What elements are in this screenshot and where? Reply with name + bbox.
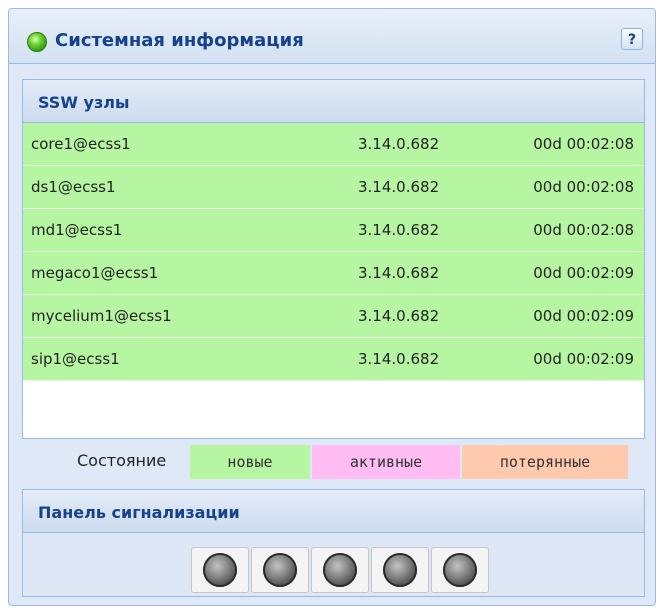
node-version: 3.14.0.682 (358, 264, 440, 282)
node-name: mycelium1@ecss1 (31, 307, 172, 325)
node-row[interactable]: megaco1@ecss1 3.14.0.682 00d 00:02:09 (23, 252, 644, 295)
help-button[interactable]: ? (621, 28, 643, 50)
node-name: md1@ecss1 (31, 221, 123, 239)
node-uptime: 00d 00:02:09 (533, 264, 634, 282)
alarm-led-icon (263, 553, 297, 587)
alarm-led-icon (443, 553, 477, 587)
node-name: megaco1@ecss1 (31, 264, 159, 282)
status-led-icon (27, 32, 47, 52)
node-uptime: 00d 00:02:09 (533, 350, 634, 368)
ssw-nodes-panel: SSW узлы core1@ecss1 3.14.0.682 00d 00:0… (22, 79, 645, 439)
node-version: 3.14.0.682 (358, 350, 440, 368)
node-uptime: 00d 00:02:08 (533, 221, 634, 239)
ssw-nodes-list: core1@ecss1 3.14.0.682 00d 00:02:08 ds1@… (23, 123, 644, 381)
alarm-indicator[interactable] (431, 547, 489, 593)
node-row[interactable]: core1@ecss1 3.14.0.682 00d 00:02:08 (23, 123, 644, 166)
node-name: sip1@ecss1 (31, 350, 120, 368)
node-row[interactable]: md1@ecss1 3.14.0.682 00d 00:02:08 (23, 209, 644, 252)
alarm-led-icon (323, 553, 357, 587)
node-uptime: 00d 00:02:08 (533, 178, 634, 196)
alarm-indicators (191, 547, 491, 593)
node-uptime: 00d 00:02:09 (533, 307, 634, 325)
node-row[interactable]: mycelium1@ecss1 3.14.0.682 00d 00:02:09 (23, 295, 644, 338)
node-row[interactable]: sip1@ecss1 3.14.0.682 00d 00:02:09 (23, 338, 644, 381)
alarm-panel: Панель сигнализации (22, 489, 645, 597)
alarm-panel-header: Панель сигнализации (23, 490, 644, 533)
ssw-nodes-title: SSW узлы (38, 93, 130, 112)
window-title: Системная информация (55, 30, 304, 51)
legend-new: новые (190, 445, 310, 479)
ssw-nodes-header: SSW узлы (23, 80, 644, 123)
state-legend-label: Состояние (77, 451, 167, 470)
state-legend: Состояние новые активные потерянные (22, 441, 645, 481)
node-name: core1@ecss1 (31, 135, 131, 153)
alarm-led-icon (383, 553, 417, 587)
legend-lost: потерянные (462, 445, 628, 479)
node-version: 3.14.0.682 (358, 135, 440, 153)
node-row[interactable]: ds1@ecss1 3.14.0.682 00d 00:02:08 (23, 166, 644, 209)
alarm-panel-body (23, 533, 644, 597)
alarm-led-icon (203, 553, 237, 587)
alarm-panel-title: Панель сигнализации (38, 503, 240, 522)
alarm-indicator[interactable] (371, 547, 429, 593)
window-titlebar: Системная информация ? (9, 9, 655, 64)
node-version: 3.14.0.682 (358, 178, 440, 196)
system-info-window: Системная информация ? SSW узлы core1@ec… (8, 8, 656, 606)
node-uptime: 00d 00:02:08 (533, 135, 634, 153)
alarm-indicator[interactable] (311, 547, 369, 593)
alarm-indicator[interactable] (251, 547, 309, 593)
node-version: 3.14.0.682 (358, 221, 440, 239)
alarm-indicator[interactable] (191, 547, 249, 593)
node-name: ds1@ecss1 (31, 178, 116, 196)
legend-active: активные (312, 445, 460, 479)
node-version: 3.14.0.682 (358, 307, 440, 325)
